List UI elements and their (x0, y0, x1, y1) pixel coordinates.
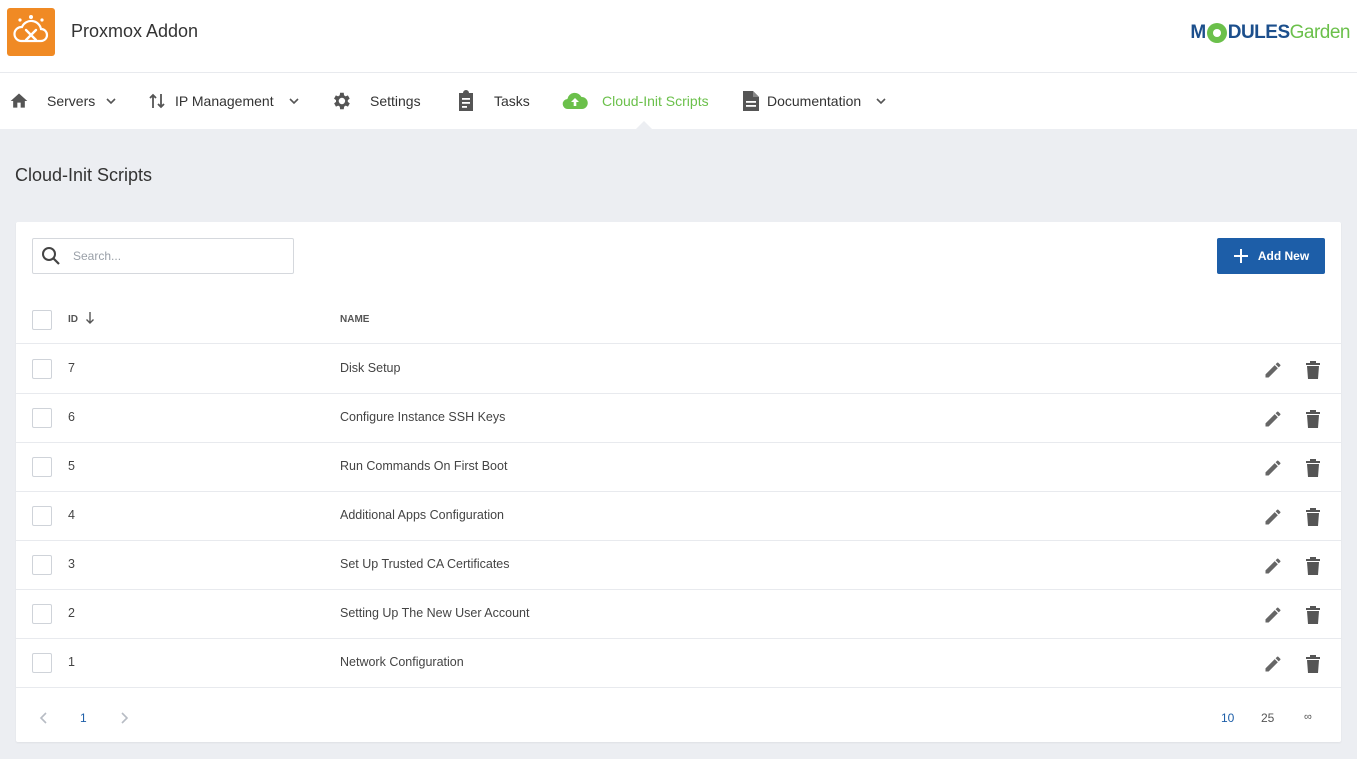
table-row[interactable]: 5 Run Commands On First Boot (16, 443, 1341, 492)
pagination: 1 10 25 ∞ (16, 694, 1341, 742)
trash-icon[interactable] (1305, 556, 1321, 576)
cell-id: 4 (68, 508, 75, 522)
search-input[interactable] (73, 249, 273, 263)
nav-label-tasks: Tasks (494, 93, 530, 109)
app-header: Proxmox Addon M DULES Garden (0, 0, 1357, 73)
search-box[interactable] (32, 238, 294, 274)
cell-id: 5 (68, 459, 75, 473)
chevron-down-icon (289, 98, 299, 105)
cell-id: 6 (68, 410, 75, 424)
edit-pencil-icon[interactable] (1263, 556, 1283, 576)
edit-pencil-icon[interactable] (1263, 654, 1283, 674)
main-nav: Servers IP Management Settings Tasks Clo… (0, 73, 1357, 129)
row-checkbox[interactable] (32, 604, 52, 624)
home-icon (10, 93, 28, 108)
brand-o-icon (1206, 23, 1227, 43)
cell-id: 7 (68, 361, 75, 375)
cell-name: Run Commands On First Boot (340, 459, 508, 473)
table-row[interactable]: 3 Set Up Trusted CA Certificates (16, 541, 1341, 590)
chevron-left-icon[interactable] (39, 712, 49, 724)
trash-icon[interactable] (1305, 360, 1321, 380)
nav-label-settings: Settings (370, 93, 421, 109)
cell-name: Configure Instance SSH Keys (340, 410, 506, 424)
cell-id: 2 (68, 606, 75, 620)
swap-vertical-icon (149, 93, 165, 109)
table-row[interactable]: 7 Disk Setup (16, 345, 1341, 394)
nav-label-cloud-init-scripts: Cloud-Init Scripts (602, 93, 709, 109)
chevron-right-icon[interactable] (119, 712, 129, 724)
row-checkbox[interactable] (32, 555, 52, 575)
cell-name: Setting Up The New User Account (340, 606, 530, 620)
trash-icon[interactable] (1305, 458, 1321, 478)
cell-name: Set Up Trusted CA Certificates (340, 557, 510, 571)
table-row[interactable]: 2 Setting Up The New User Account (16, 590, 1341, 639)
select-all-checkbox[interactable] (32, 310, 52, 330)
row-checkbox[interactable] (32, 457, 52, 477)
page-size-all[interactable]: ∞ (1304, 711, 1312, 723)
row-checkbox[interactable] (32, 359, 52, 379)
clipboard-icon (459, 90, 473, 111)
brand-text-right: Garden (1289, 22, 1351, 43)
nav-item-servers[interactable]: Servers (9, 73, 117, 129)
add-new-label: Add New (1257, 249, 1310, 263)
cell-name: Network Configuration (340, 655, 464, 669)
page-size-25[interactable]: 25 (1261, 711, 1274, 725)
edit-pencil-icon[interactable] (1263, 507, 1283, 527)
nav-item-tasks[interactable]: Tasks (456, 73, 530, 129)
add-new-button[interactable]: Add New (1217, 238, 1325, 274)
proxmox-logo-icon (7, 8, 55, 56)
active-tab-indicator (636, 121, 652, 129)
trash-icon[interactable] (1305, 507, 1321, 527)
app-title: Proxmox Addon (71, 21, 199, 41)
table-header: ID NAME (16, 295, 1341, 344)
gear-icon (334, 92, 350, 110)
trash-icon[interactable] (1305, 605, 1321, 625)
trash-icon[interactable] (1305, 409, 1321, 429)
cell-id: 3 (68, 557, 75, 571)
cloud-upload-icon (562, 92, 588, 110)
cell-id: 1 (68, 655, 75, 669)
column-header-id[interactable]: ID (68, 314, 78, 325)
chevron-down-icon (106, 98, 116, 105)
nav-label-documentation: Documentation (767, 93, 862, 109)
nav-item-ip-management[interactable]: IP Management (148, 73, 300, 129)
column-header-name[interactable]: NAME (340, 314, 369, 325)
brand-text-left: M (1190, 22, 1206, 43)
brand-text-mid: DULES (1227, 22, 1290, 43)
nav-item-settings[interactable]: Settings (330, 73, 421, 129)
search-icon (42, 247, 60, 265)
trash-icon[interactable] (1305, 654, 1321, 674)
page-title: Cloud-Init Scripts (15, 165, 153, 185)
modulesgarden-logo[interactable]: M DULES Garden (1190, 20, 1351, 46)
chevron-down-icon (876, 98, 886, 105)
edit-pencil-icon[interactable] (1263, 360, 1283, 380)
scripts-table-card: Add New ID NAME 7 Disk Setup 6 Configure In… (16, 222, 1341, 742)
table-row[interactable]: 6 Configure Instance SSH Keys (16, 394, 1341, 443)
row-checkbox[interactable] (32, 408, 52, 428)
edit-pencil-icon[interactable] (1263, 458, 1283, 478)
nav-label-ip-management: IP Management (175, 93, 274, 109)
edit-pencil-icon[interactable] (1263, 605, 1283, 625)
sort-arrow-down-icon[interactable] (85, 311, 95, 325)
row-checkbox[interactable] (32, 653, 52, 673)
nav-label-servers: Servers (47, 93, 96, 109)
document-icon (743, 91, 759, 111)
plus-icon (1233, 249, 1248, 263)
page-number-current[interactable]: 1 (80, 711, 87, 725)
cell-name: Disk Setup (340, 361, 401, 375)
page-size-10[interactable]: 10 (1221, 711, 1234, 725)
row-checkbox[interactable] (32, 506, 52, 526)
table-row[interactable]: 1 Network Configuration (16, 639, 1341, 688)
table-row[interactable]: 4 Additional Apps Configuration (16, 492, 1341, 541)
edit-pencil-icon[interactable] (1263, 409, 1283, 429)
cell-name: Additional Apps Configuration (340, 508, 505, 522)
nav-item-documentation[interactable]: Documentation (742, 73, 887, 129)
